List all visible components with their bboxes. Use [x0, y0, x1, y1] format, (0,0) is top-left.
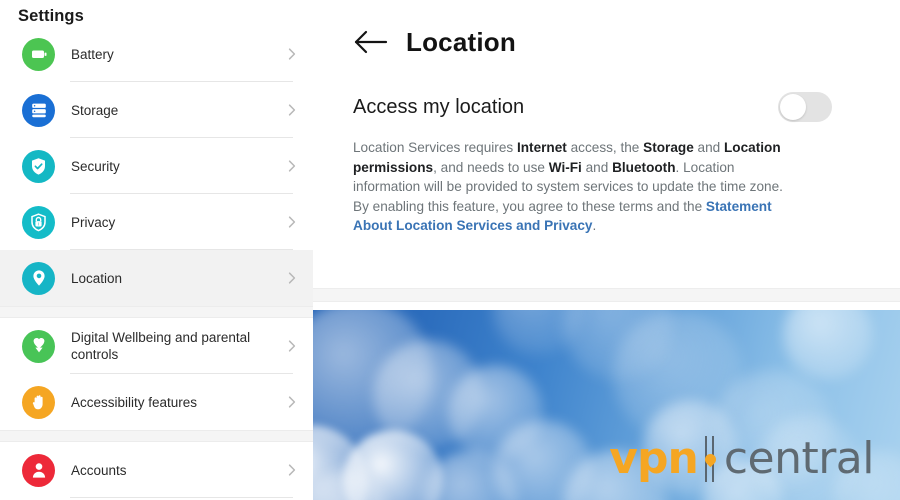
hero-bokeh-image: vpn central [313, 310, 900, 500]
vpn-pin-icon [700, 432, 722, 486]
vpncentral-watermark: vpn central [609, 432, 875, 486]
sidebar-item-digital-wellbeing-and-parental-controls[interactable]: Digital Wellbeing and parental controls [0, 318, 313, 374]
battery-icon [22, 37, 55, 71]
sidebar-item-battery[interactable]: Battery [0, 26, 313, 82]
detail-title: Location [406, 27, 516, 57]
toggle-knob [780, 94, 806, 120]
chevron-right-icon[interactable] [285, 47, 299, 61]
description-emphasis: Internet [516, 140, 567, 155]
sidebar-item-storage[interactable]: Storage [0, 82, 313, 138]
sidebar-group: Battery Storage Security i Privacy Location [0, 26, 313, 306]
sidebar-item-accounts[interactable]: Accounts [0, 442, 313, 498]
sidebar-item-label: Location [71, 270, 123, 286]
back-arrow-icon[interactable] [353, 29, 389, 55]
sidebar-item-label: Security [71, 158, 120, 174]
chevron-right-icon[interactable] [285, 159, 299, 173]
wellbeing-heart-icon [22, 329, 55, 363]
description-text: and [693, 140, 724, 155]
sidebar-item-label: Digital Wellbeing and parental controls [71, 330, 251, 362]
location-pin-icon [22, 261, 55, 295]
sidebar-group: Accounts [0, 442, 313, 498]
sidebar-item-divider [70, 497, 293, 498]
description-text: and [581, 159, 613, 175]
detail-header: Location [313, 0, 900, 57]
settings-app-window: Settings Battery Storage Security i Privacy L… [0, 0, 900, 500]
access-my-location-label: Access my location [353, 96, 525, 118]
shield-check-icon [22, 149, 55, 183]
lock-shield-icon: i [22, 205, 55, 239]
sidebar-item-label: Accounts [71, 462, 127, 478]
location-detail-panel: Location Access my location Location Ser… [313, 0, 900, 500]
chevron-right-icon[interactable] [285, 463, 299, 477]
chevron-right-icon[interactable] [285, 339, 299, 353]
hand-icon [22, 385, 55, 419]
sidebar-item-security[interactable]: Security [0, 138, 313, 194]
settings-sidebar: Settings Battery Storage Security i Privacy L… [0, 0, 313, 500]
sidebar-item-label: Privacy [71, 214, 116, 230]
description-emphasis: Wi-Fi [548, 159, 582, 175]
chevron-right-icon[interactable] [285, 215, 299, 229]
section-separator [313, 288, 900, 302]
sidebar-group-separator [0, 430, 313, 442]
chevron-right-icon[interactable] [285, 103, 299, 117]
sidebar-group-separator [0, 306, 313, 318]
chevron-right-icon[interactable] [285, 395, 299, 409]
description-text: . [592, 218, 597, 233]
sidebar-group: Digital Wellbeing and parental controls A… [0, 318, 313, 430]
sidebar-item-label: Accessibility features [71, 394, 198, 410]
watermark-brand-first: vpn [609, 433, 699, 484]
chevron-right-icon[interactable] [285, 271, 299, 285]
sidebar-item-location[interactable]: Location [0, 250, 313, 306]
person-icon [22, 453, 55, 487]
location-services-description: Location Services requires Internet acce… [313, 122, 833, 236]
storage-icon [22, 93, 55, 127]
sidebar-item-label: Storage [71, 102, 119, 118]
sidebar-nav: Battery Storage Security i Privacy Location Di… [0, 26, 313, 498]
sidebar-item-privacy[interactable]: i Privacy [0, 194, 313, 250]
description-emphasis: Bluetooth [612, 159, 676, 175]
description-text: Location Services requires [353, 140, 517, 155]
description-text: access, the [566, 140, 644, 155]
svg-text:i: i [38, 221, 39, 227]
description-emphasis: Storage [643, 140, 694, 155]
watermark-brand-second: central [723, 433, 875, 484]
page-title: Settings [18, 7, 84, 25]
access-my-location-toggle[interactable] [778, 92, 832, 122]
sidebar-item-accessibility-features[interactable]: Accessibility features [0, 374, 313, 430]
sidebar-item-label: Battery [71, 46, 114, 62]
access-my-location-row: Access my location [313, 57, 900, 122]
description-text: , and needs to use [433, 159, 549, 175]
